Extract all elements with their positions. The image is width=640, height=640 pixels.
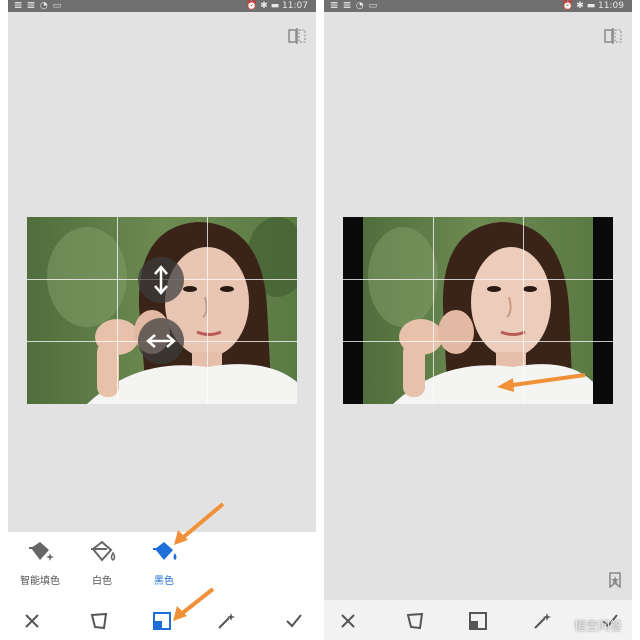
bucket-drop-outline-icon bbox=[91, 540, 116, 562]
grid-line bbox=[343, 341, 613, 342]
tool-label: 智能填色 bbox=[20, 576, 60, 587]
portrait-photo bbox=[363, 217, 593, 404]
bucket-sparkle-icon bbox=[29, 542, 54, 561]
perspective-icon[interactable] bbox=[404, 610, 426, 632]
black-fill-bar-right bbox=[593, 217, 613, 404]
grid-line bbox=[343, 279, 613, 280]
portrait-photo bbox=[27, 217, 297, 404]
photo-canvas[interactable] bbox=[343, 217, 613, 404]
smart-fill-option[interactable]: 智能填色 bbox=[10, 538, 70, 587]
left-screen: 𝌆 𝌆 ◔ ▭ ⏰ ✱ ▬ 11:07 智能填色 白色 黑色 bbox=[8, 0, 316, 640]
grid-line bbox=[207, 217, 208, 404]
signal-indicators: 𝌆 𝌆 ◔ ▭ bbox=[330, 1, 379, 11]
bucket-drop-filled-icon bbox=[153, 542, 177, 560]
grid-line bbox=[117, 217, 118, 404]
vertical-resize-handle[interactable] bbox=[138, 257, 184, 303]
right-screen: 𝌆 𝌆 ◔ ▭ ⏰ ✱ ▬ 11:09 悟空问答 bbox=[324, 0, 632, 640]
status-clock: ⏰ ✱ ▬ 11:07 bbox=[246, 1, 308, 11]
grid-line bbox=[523, 217, 524, 404]
compare-icon[interactable] bbox=[288, 28, 306, 44]
close-icon[interactable] bbox=[21, 610, 43, 632]
tool-label: 黑色 bbox=[154, 576, 174, 587]
close-icon[interactable] bbox=[337, 610, 359, 632]
auto-magic-icon[interactable] bbox=[531, 610, 553, 632]
status-bar: 𝌆 𝌆 ◔ ▭ ⏰ ✱ ▬ 11:07 bbox=[8, 0, 316, 12]
status-clock: ⏰ ✱ ▬ 11:09 bbox=[562, 1, 624, 11]
perspective-icon[interactable] bbox=[88, 610, 110, 632]
horizontal-arrows-icon bbox=[146, 334, 176, 348]
bottom-toolbar: 悟空问答 bbox=[324, 600, 632, 640]
status-bar: 𝌆 𝌆 ◔ ▭ ⏰ ✱ ▬ 11:09 bbox=[324, 0, 632, 12]
bottom-toolbar bbox=[8, 600, 316, 640]
tool-label: 白色 bbox=[92, 576, 112, 587]
white-fill-option[interactable]: 白色 bbox=[72, 538, 132, 587]
auto-magic-icon[interactable] bbox=[215, 610, 237, 632]
signal-indicators: 𝌆 𝌆 ◔ ▭ bbox=[14, 1, 63, 11]
check-icon[interactable] bbox=[283, 610, 305, 632]
watermark-text: 悟空问答 bbox=[573, 619, 622, 633]
black-fill-bar-left bbox=[343, 217, 363, 404]
expand-icon[interactable] bbox=[467, 610, 489, 632]
expand-icon[interactable] bbox=[151, 610, 173, 632]
horizontal-resize-handle[interactable] bbox=[138, 318, 184, 364]
photo-canvas[interactable] bbox=[27, 217, 297, 404]
black-fill-option[interactable]: 黑色 bbox=[134, 538, 194, 587]
grid-line bbox=[433, 217, 434, 404]
vertical-arrows-icon bbox=[154, 265, 168, 295]
fill-options: 智能填色 白色 黑色 bbox=[8, 532, 316, 600]
bookmark-icon[interactable] bbox=[608, 572, 622, 588]
compare-icon[interactable] bbox=[604, 28, 622, 44]
